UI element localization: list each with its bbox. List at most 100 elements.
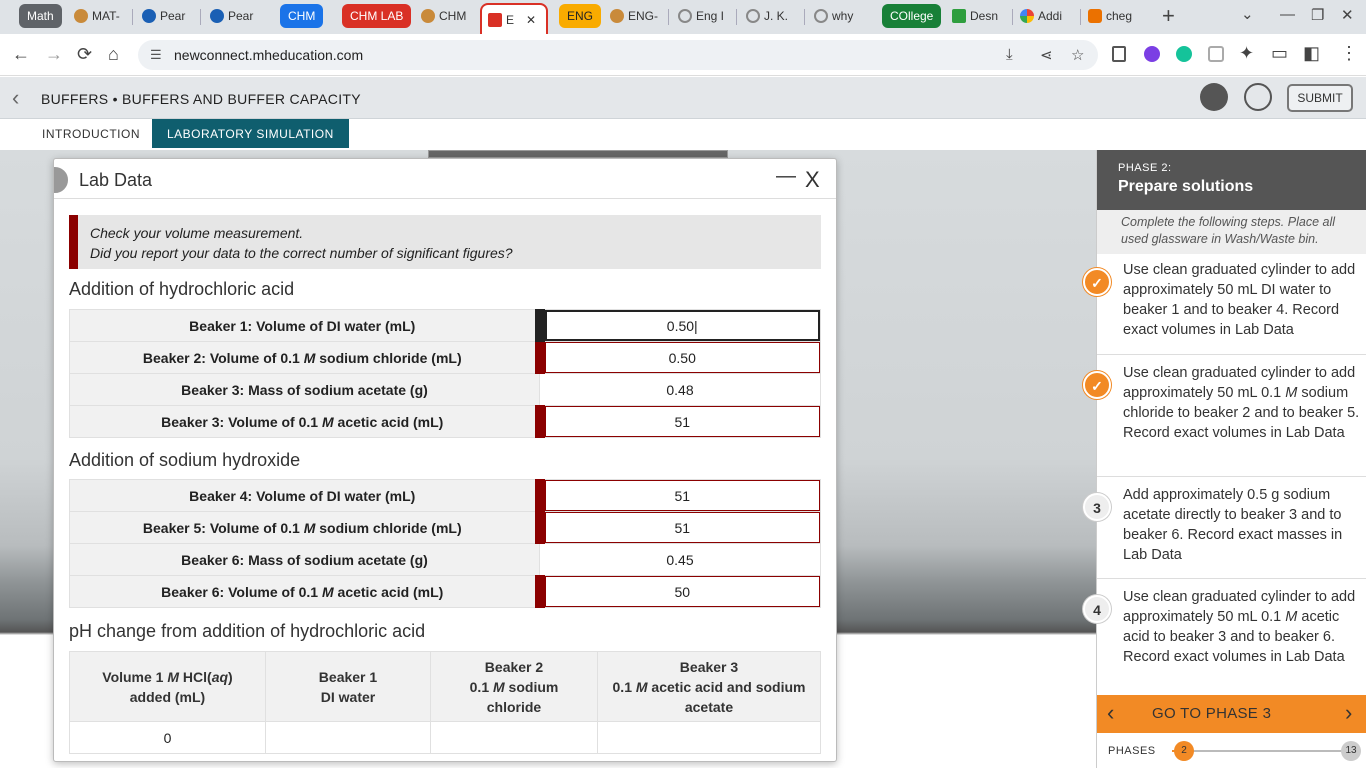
pearson-icon (210, 9, 224, 23)
phase-instructions: Complete the following steps. Place all … (1097, 210, 1366, 254)
current-phase-marker[interactable]: 2 (1174, 741, 1194, 761)
tab-search-icon[interactable]: ⌄ (1241, 5, 1254, 23)
phase-label: PHASE 2: (1118, 162, 1172, 174)
page-title: BUFFERS • BUFFERS AND BUFFER CAPACITY (41, 91, 361, 107)
table-header-row: Volume 1 M HCl(aq) added (mL) Beaker 1 DI … (69, 651, 821, 722)
close-window-icon[interactable]: ✕ (1341, 6, 1354, 24)
step-number-badge: 3 (1083, 493, 1111, 521)
side-panel-icon[interactable]: ◧ (1303, 43, 1320, 64)
google-icon (1020, 9, 1034, 23)
tab-desmos[interactable]: Desn (952, 4, 1008, 28)
tab-favicon (421, 9, 435, 23)
extensions-puzzle-icon[interactable]: ✦ (1239, 43, 1254, 64)
tab-close-icon[interactable]: ✕ (526, 13, 536, 27)
tab-group-math[interactable]: Math (19, 4, 62, 28)
beaker6-mass-input[interactable]: 0.45 (539, 543, 821, 576)
section-title-naoh: Addition of sodium hydroxide (69, 450, 301, 470)
beaker4-volume-input[interactable]: 51 (534, 479, 821, 512)
tab-eng-i[interactable]: Eng I (678, 4, 730, 28)
ph-cell[interactable] (265, 721, 431, 754)
lab-data-header[interactable]: Lab Data — X (54, 159, 836, 199)
step-item: ✓ Use clean graduated cylinder to add ap… (1083, 260, 1366, 355)
beaker6-volume-input[interactable]: 50 (534, 575, 821, 608)
back-chevron-icon[interactable]: ‹ (12, 85, 19, 111)
pearson-icon (142, 9, 156, 23)
tab-introduction[interactable]: INTRODUCTION (27, 119, 155, 149)
next-phase-chevron-icon[interactable]: › (1345, 700, 1352, 726)
beaker5-volume-input[interactable]: 51 (534, 511, 821, 544)
tab-favicon (610, 9, 624, 23)
feedback-message: Check your volume measurement. Did you r… (69, 215, 821, 269)
install-icon[interactable]: ⤓ (1006, 46, 1013, 63)
naoh-data-table: Beaker 4: Volume of DI water (mL) 51 Beak… (69, 479, 821, 608)
share-icon[interactable]: ⋖ (1040, 46, 1053, 64)
previous-phase-chevron-icon[interactable]: ‹ (1107, 700, 1114, 726)
language-globe-icon[interactable] (1244, 83, 1272, 111)
tab-why[interactable]: why (814, 4, 866, 28)
grammarly-icon (746, 9, 760, 23)
go-to-next-phase-bar: ‹ GO TO PHASE 3 › (1097, 695, 1366, 733)
tab-group-chm[interactable]: CHM (280, 4, 324, 28)
restore-window-icon[interactable]: ❐ (1311, 6, 1324, 24)
tab-mat[interactable]: MAT- (74, 4, 126, 28)
row-label: Beaker 3: Mass of sodium acetate (g) (69, 373, 540, 406)
ph-cell[interactable] (430, 721, 598, 754)
table-row: Beaker 3: Volume of 0.1 M acetic acid (m… (69, 405, 821, 438)
k-extension-icon[interactable] (1144, 46, 1160, 62)
tab-group-college[interactable]: COllege (882, 4, 942, 28)
table-row: Beaker 6: Volume of 0.1 M acetic acid (m… (69, 575, 821, 608)
last-phase-marker[interactable]: 13 (1341, 741, 1361, 761)
row-label: Beaker 2: Volume of 0.1 M sodium chlorid… (69, 341, 540, 374)
tab-laboratory-simulation[interactable]: LABORATORY SIMULATION (152, 119, 349, 148)
tab-jk[interactable]: J. K. (746, 4, 798, 28)
tab-google[interactable]: Addi (1020, 4, 1076, 28)
grammarly-icon (814, 9, 828, 23)
beaker2-volume-input[interactable]: 0.50 (534, 341, 821, 374)
menu-icon[interactable]: ⋮ (1340, 43, 1358, 64)
submit-button[interactable]: SUBMIT (1287, 84, 1353, 112)
step-item: ✓ Use clean graduated cylinder to add ap… (1083, 363, 1366, 477)
go-to-phase-button[interactable]: GO TO PHASE 3 (1152, 705, 1271, 722)
phases-label: PHASES (1108, 745, 1156, 757)
accessibility-icon[interactable] (1200, 83, 1228, 111)
reload-icon[interactable]: ⟳ (77, 44, 92, 65)
tab-pearson-2[interactable]: Pear (210, 4, 262, 28)
tab-chm[interactable]: CHM (421, 4, 473, 28)
tab-eng[interactable]: ENG- (610, 4, 662, 28)
tab-group-eng[interactable]: ENG (559, 4, 602, 28)
grammarly-extension-icon[interactable] (1176, 46, 1192, 62)
phases-progress: PHASES 2 13 (1097, 733, 1366, 768)
bookmark-star-icon[interactable]: ☆ (1071, 46, 1084, 64)
beaker1-volume-input[interactable]: 0.50| (534, 309, 821, 342)
tab-active-mheducation[interactable]: E ✕ (480, 3, 548, 34)
step-number-badge: 4 (1083, 595, 1111, 623)
tab-group-chm-lab[interactable]: CHM LAB (342, 4, 412, 28)
chegg-icon (1088, 9, 1102, 23)
minimize-panel-button[interactable]: — (776, 165, 796, 188)
url-text: newconnect.mheducation.com (174, 47, 364, 63)
extension-icon[interactable] (1112, 46, 1126, 62)
beaker3-volume-input[interactable]: 51 (534, 405, 821, 438)
close-panel-button[interactable]: X (805, 167, 820, 193)
tab-chegg[interactable]: cheg (1088, 4, 1144, 28)
loading-icon (678, 9, 692, 23)
extension-icon[interactable] (1208, 46, 1224, 62)
tab-pearson-1[interactable]: Pear (142, 4, 194, 28)
glassware-shelf (428, 150, 728, 158)
home-icon[interactable]: ⌂ (108, 44, 119, 65)
cast-icon[interactable]: ▭ (1271, 43, 1288, 64)
table-row: Beaker 2: Volume of 0.1 M sodium chlorid… (69, 341, 821, 374)
hcl-data-table: Beaker 1: Volume of DI water (mL) 0.50| B… (69, 309, 821, 438)
ph-cell[interactable] (597, 721, 821, 754)
back-icon[interactable]: ← (12, 44, 30, 65)
new-tab-button[interactable]: + (1162, 3, 1175, 29)
checkmark-icon: ✓ (1083, 268, 1111, 296)
lab-data-title: Lab Data (79, 170, 153, 190)
beaker3-mass-input[interactable]: 0.48 (539, 373, 821, 406)
minimize-window-icon[interactable]: — (1280, 6, 1295, 23)
site-info-icon[interactable]: ☰ (150, 47, 162, 63)
simulation-tabs: INTRODUCTION LABORATORY SIMULATION (0, 119, 1366, 150)
forward-icon[interactable]: → (45, 44, 63, 65)
row-label: Beaker 1: Volume of DI water (mL) (69, 309, 540, 342)
address-bar[interactable]: ☰ newconnect.mheducation.com ⤓ ⋖ ☆ (138, 40, 1098, 70)
